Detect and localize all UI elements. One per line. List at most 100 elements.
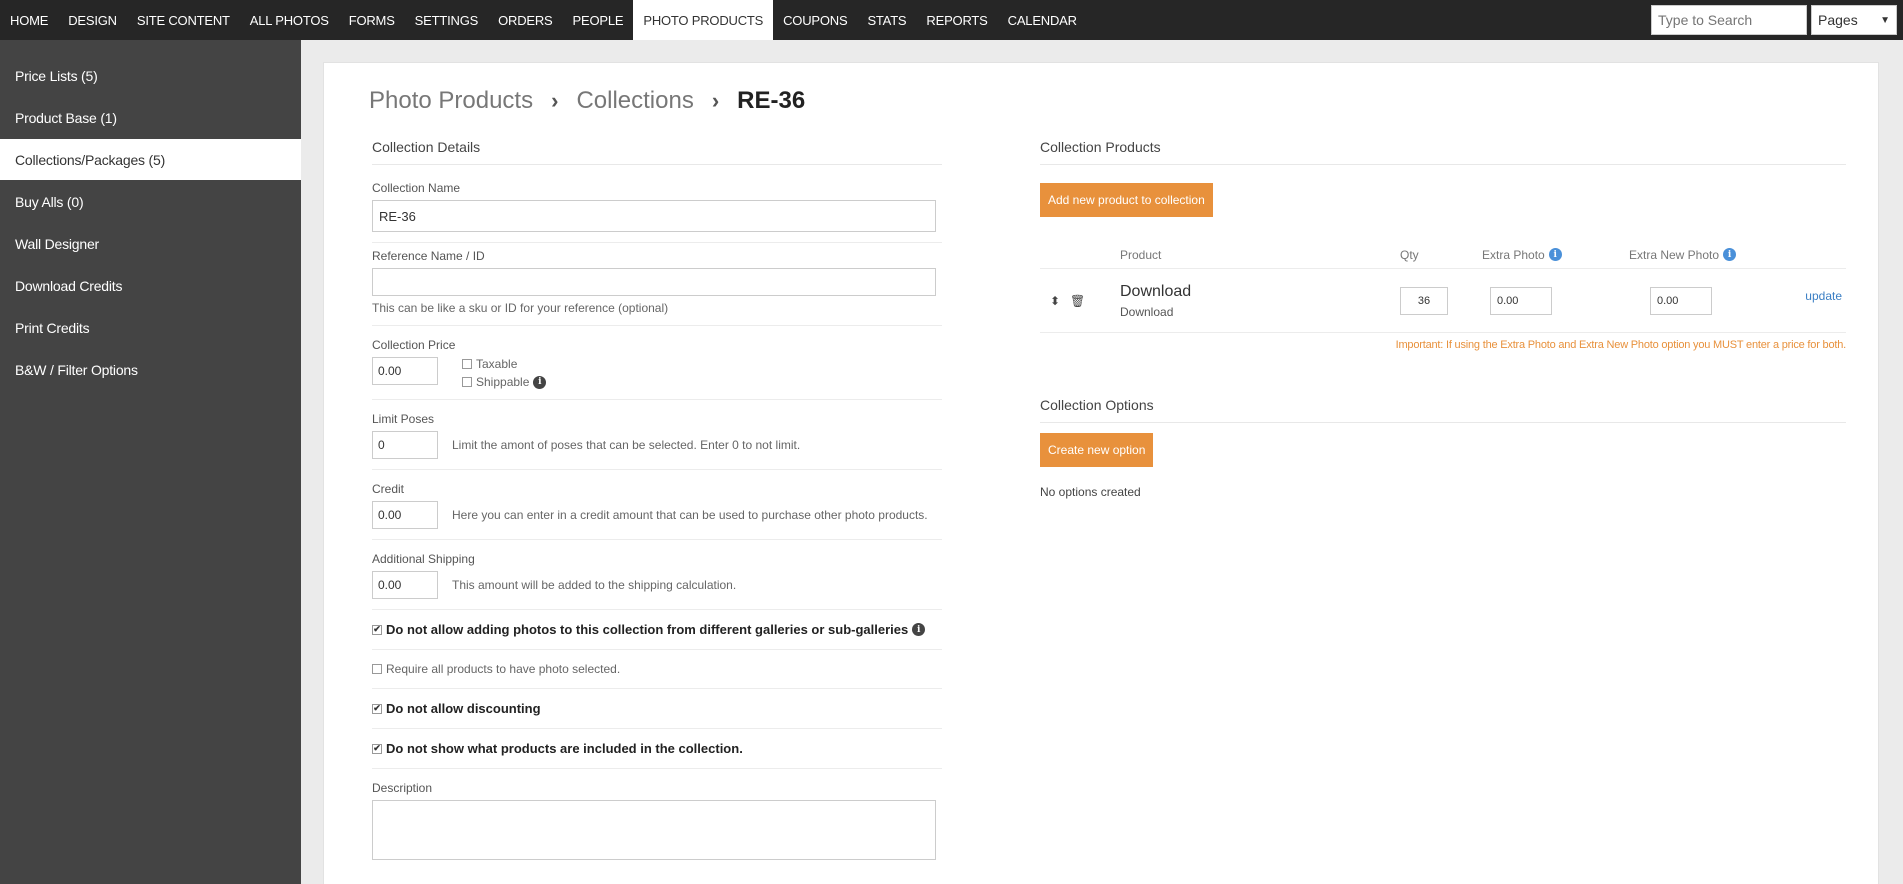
taxable-checkbox[interactable] (462, 359, 472, 369)
reference-help: This can be like a sku or ID for your re… (372, 301, 669, 315)
nav-home[interactable]: HOME (0, 0, 58, 40)
nav-stats[interactable]: STATS (857, 0, 916, 40)
sidebar-item-download-credits[interactable]: Download Credits (0, 265, 301, 306)
qty-input[interactable]: 36 (1400, 286, 1448, 315)
collection-options-title: Collection Options (1040, 387, 1846, 423)
option-galleries: ✔ Do not allow adding photos to this col… (372, 610, 942, 650)
collection-products-column: Collection Products Add new product to c… (1040, 129, 1846, 499)
additional-shipping-label: Additional Shipping (372, 552, 475, 566)
extra-new-photo-input[interactable]: 0.00 (1650, 286, 1712, 315)
important-note: Important: If using the Extra Photo and … (1395, 339, 1847, 351)
nav-coupons[interactable]: COUPONS (773, 0, 857, 40)
collection-price-label: Collection Price (372, 338, 456, 352)
chevron-right-icon: › (711, 88, 720, 113)
no-options-text: No options created (1040, 485, 1141, 499)
price-options: Taxable Shippable i (462, 357, 547, 389)
credit-field: Credit 0.00 Here you can enter in a cred… (372, 470, 942, 540)
shippable-row: Shippable i (462, 375, 547, 389)
show-products-label: Do not show what products are included i… (386, 741, 743, 756)
header-extra-new-photo: Extra New Photo (1629, 247, 1720, 262)
product-subname: Download (1120, 304, 1174, 319)
show-products-checkbox[interactable]: ✔ (372, 743, 382, 754)
nav-photo-products[interactable]: PHOTO PRODUCTS (633, 0, 774, 40)
limit-poses-input[interactable]: 0 (372, 431, 438, 459)
reference-input[interactable] (372, 268, 936, 296)
limit-poses-label: Limit Poses (372, 412, 435, 426)
collection-details-column: Collection Details Collection Name RE-36… (372, 129, 942, 870)
reference-label: Reference Name / ID (372, 249, 485, 263)
product-name: Download (1120, 282, 1192, 300)
chevron-right-icon: › (551, 88, 559, 113)
description-label: Description (372, 781, 433, 795)
collection-price-input[interactable]: 0.00 (372, 357, 438, 385)
table-row: ⬍ 🗑 Download Download 36 0.00 0.00 updat… (1040, 269, 1846, 333)
sidebar-item-product-base[interactable]: Product Base (1) (0, 97, 301, 138)
limit-poses-field: Limit Poses 0 Limit the amont of poses t… (372, 400, 942, 470)
update-link[interactable]: update (1805, 289, 1846, 303)
description-textarea[interactable] (372, 800, 936, 860)
sidebar-item-buy-alls[interactable]: Buy Alls (0) (0, 181, 301, 222)
header-qty: Qty (1400, 247, 1419, 262)
chevron-down-icon: ▼ (1880, 14, 1890, 26)
search-scope-value: Pages (1818, 12, 1858, 28)
add-product-button[interactable]: Add new product to collection (1040, 183, 1213, 217)
search-scope-select[interactable]: Pages ▼ (1811, 5, 1897, 35)
credit-help: Here you can enter in a credit amount th… (452, 508, 928, 522)
breadcrumb: Photo Products › Collections › RE-36 (369, 87, 805, 115)
info-icon[interactable]: i (1723, 248, 1737, 261)
info-icon[interactable]: i (533, 375, 547, 389)
sidebar-item-bw-filter[interactable]: B&W / Filter Options (0, 349, 301, 390)
nav-right-tools: Pages ▼ (1651, 0, 1903, 40)
extra-photo-input[interactable]: 0.00 (1490, 286, 1552, 315)
nav-orders[interactable]: ORDERS (488, 0, 562, 40)
sidebar-item-price-lists[interactable]: Price Lists (5) (0, 55, 301, 96)
require-photo-label: Require all products to have photo selec… (386, 662, 621, 676)
shippable-checkbox[interactable] (462, 377, 472, 387)
galleries-label: Do not allow adding photos to this colle… (386, 622, 909, 637)
option-discounting: ✔ Do not allow discounting (372, 689, 942, 729)
sidebar: Price Lists (5) Product Base (1) Collect… (0, 40, 301, 884)
reference-field: Reference Name / ID This can be like a s… (372, 243, 942, 326)
header-product: Product (1120, 247, 1162, 262)
collection-name-input[interactable]: RE-36 (372, 200, 936, 232)
nav-people[interactable]: PEOPLE (563, 0, 634, 40)
galleries-checkbox[interactable]: ✔ (372, 624, 382, 635)
nav-forms[interactable]: FORMS (339, 0, 405, 40)
sidebar-item-print-credits[interactable]: Print Credits (0, 307, 301, 348)
breadcrumb-photo-products[interactable]: Photo Products (369, 87, 533, 115)
sidebar-item-collections[interactable]: Collections/Packages (5) (0, 139, 301, 180)
nav-calendar[interactable]: CALENDAR (998, 0, 1087, 40)
nav-all-photos[interactable]: ALL PHOTOS (240, 0, 339, 40)
info-icon[interactable]: i (1548, 248, 1562, 261)
main-panel: Photo Products › Collections › RE-36 Col… (323, 62, 1879, 884)
description-field: Description (372, 769, 942, 870)
taxable-label: Taxable (476, 357, 518, 371)
nav-settings[interactable]: SETTINGS (405, 0, 488, 40)
credit-input[interactable]: 0.00 (372, 501, 438, 529)
limit-poses-help: Limit the amont of poses that can be sel… (452, 438, 801, 452)
nav-design[interactable]: DESIGN (58, 0, 127, 40)
info-icon[interactable]: i (912, 623, 926, 636)
sort-arrows-icon[interactable]: ⬍ (1040, 294, 1070, 308)
sidebar-item-wall-designer[interactable]: Wall Designer (0, 223, 301, 264)
collection-name-label: Collection Name (372, 181, 461, 195)
create-option-button[interactable]: Create new option (1040, 433, 1154, 467)
nav-site-content[interactable]: SITE CONTENT (127, 0, 240, 40)
require-photo-checkbox[interactable] (372, 664, 382, 674)
breadcrumb-collections[interactable]: Collections (576, 87, 693, 115)
additional-shipping-help: This amount will be added to the shippin… (452, 578, 737, 592)
additional-shipping-input[interactable]: 0.00 (372, 571, 438, 599)
collection-price-field: Collection Price 0.00 Taxable Shippable … (372, 326, 942, 400)
collection-products-title: Collection Products (1040, 129, 1846, 165)
discounting-checkbox[interactable]: ✔ (372, 703, 382, 714)
additional-shipping-field: Additional Shipping 0.00 This amount wil… (372, 540, 942, 610)
collection-details-title: Collection Details (372, 129, 942, 165)
discounting-label: Do not allow discounting (386, 701, 541, 716)
option-show-products: ✔ Do not show what products are included… (372, 729, 942, 769)
nav-reports[interactable]: REPORTS (916, 0, 997, 40)
shippable-label: Shippable (476, 375, 530, 389)
credit-label: Credit (372, 482, 405, 496)
trash-icon[interactable]: 🗑 (1070, 294, 1120, 308)
search-input[interactable] (1651, 5, 1807, 35)
taxable-row: Taxable (462, 357, 546, 371)
